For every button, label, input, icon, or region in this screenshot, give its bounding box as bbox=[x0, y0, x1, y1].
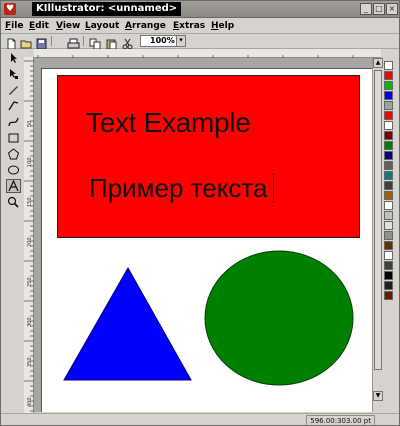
color-palette bbox=[383, 49, 394, 412]
toolbar-separator bbox=[83, 36, 84, 46]
polyline-icon[interactable] bbox=[6, 99, 21, 113]
zoom-icon[interactable] bbox=[6, 195, 21, 209]
node-edit-icon[interactable] bbox=[6, 67, 21, 81]
ruler-label: 300 bbox=[27, 317, 33, 327]
bezier-icon[interactable] bbox=[6, 115, 21, 129]
window-title: KIllustrator: <unnamed> bbox=[32, 2, 182, 16]
menu-view[interactable]: View bbox=[56, 19, 80, 33]
color-swatch[interactable] bbox=[384, 291, 393, 300]
zoom-value: 100% bbox=[150, 36, 175, 45]
color-swatch[interactable] bbox=[384, 191, 393, 200]
ruler-label: 350 bbox=[27, 357, 33, 367]
menu-file[interactable]: File bbox=[5, 19, 23, 33]
ruler-label: 250 bbox=[27, 277, 33, 287]
save-file-icon[interactable] bbox=[35, 35, 48, 50]
maximize-button[interactable]: □ bbox=[373, 3, 385, 15]
zoom-select[interactable]: 100% ▾ bbox=[140, 35, 186, 47]
drawing-canvas[interactable]: Text Example Пример текста bbox=[34, 58, 381, 412]
print-icon[interactable] bbox=[67, 35, 80, 49]
color-swatch[interactable] bbox=[384, 271, 393, 280]
ruler-label: 50 bbox=[27, 120, 33, 127]
open-file-icon[interactable] bbox=[20, 35, 33, 49]
freehand-icon[interactable] bbox=[6, 83, 21, 97]
tool-palette bbox=[5, 49, 22, 412]
color-swatch[interactable] bbox=[384, 181, 393, 190]
green-ellipse[interactable] bbox=[204, 250, 354, 386]
rectangle-icon[interactable] bbox=[6, 131, 21, 145]
color-swatch[interactable] bbox=[384, 141, 393, 150]
color-swatch[interactable] bbox=[384, 171, 393, 180]
main-toolbar: 100% ▾ bbox=[1, 34, 399, 50]
color-swatch[interactable] bbox=[384, 61, 393, 70]
ruler-label: 200 bbox=[27, 237, 33, 247]
blue-triangle[interactable] bbox=[63, 266, 192, 381]
copy-icon[interactable] bbox=[89, 35, 102, 50]
pointer-icon[interactable] bbox=[6, 51, 21, 65]
scrollbar-thumb[interactable] bbox=[374, 70, 382, 370]
color-swatch[interactable] bbox=[384, 281, 393, 290]
close-button[interactable]: × bbox=[386, 3, 398, 15]
color-swatch[interactable] bbox=[384, 111, 393, 120]
document-page[interactable]: Text Example Пример текста bbox=[41, 68, 373, 412]
scroll-down-icon[interactable]: ▼ bbox=[373, 391, 383, 401]
color-swatch[interactable] bbox=[384, 121, 393, 130]
color-swatch[interactable] bbox=[384, 101, 393, 110]
ruler-label: 400 bbox=[27, 397, 33, 407]
ellipse-icon[interactable] bbox=[6, 163, 21, 177]
cut-icon[interactable] bbox=[121, 35, 134, 50]
killustrator-window: ♥ KIllustrator: <unnamed> _ □ × File Edi… bbox=[0, 0, 400, 426]
color-swatch[interactable] bbox=[384, 221, 393, 230]
color-swatch[interactable] bbox=[384, 251, 393, 260]
paste-icon[interactable] bbox=[105, 35, 118, 50]
menu-help[interactable]: Help bbox=[211, 19, 234, 33]
color-swatch[interactable] bbox=[384, 131, 393, 140]
app-menu-icon[interactable]: ♥ bbox=[4, 3, 16, 15]
status-bar: 596.00:303.00 pt bbox=[1, 413, 399, 425]
color-swatch[interactable] bbox=[384, 231, 393, 240]
color-swatch[interactable] bbox=[384, 151, 393, 160]
menu-extras[interactable]: Extras bbox=[173, 19, 205, 33]
ruler-label: 150 bbox=[27, 197, 33, 207]
new-file-icon[interactable] bbox=[5, 35, 18, 50]
menu-bar: File Edit View Layout Arrange Extras Hel… bbox=[1, 18, 399, 34]
color-swatch[interactable] bbox=[384, 211, 393, 220]
menu-arrange[interactable]: Arrange bbox=[125, 19, 166, 33]
color-swatch[interactable] bbox=[384, 161, 393, 170]
color-swatch[interactable] bbox=[384, 261, 393, 270]
shapes-layer bbox=[63, 250, 354, 386]
menu-layout[interactable]: Layout bbox=[85, 19, 119, 33]
ruler-label: 100 bbox=[27, 157, 33, 167]
scroll-up-icon[interactable]: ▲ bbox=[373, 58, 383, 68]
toolbar-separator bbox=[51, 36, 52, 46]
vertical-ruler[interactable]: 50100150200250300350400450 bbox=[24, 57, 34, 414]
color-swatch[interactable] bbox=[384, 81, 393, 90]
color-swatch[interactable] bbox=[384, 91, 393, 100]
chevron-down-icon[interactable]: ▾ bbox=[176, 36, 185, 46]
text-icon[interactable] bbox=[6, 179, 21, 193]
menu-edit[interactable]: Edit bbox=[29, 19, 49, 33]
color-swatch[interactable] bbox=[384, 71, 393, 80]
minimize-button[interactable]: _ bbox=[360, 3, 372, 15]
polygon-icon[interactable] bbox=[6, 147, 21, 161]
color-swatch[interactable] bbox=[384, 201, 393, 210]
cursor-coordinates: 596.00:303.00 pt bbox=[306, 415, 375, 425]
color-swatch[interactable] bbox=[384, 241, 393, 250]
title-bar[interactable]: ♥ KIllustrator: <unnamed> _ □ × bbox=[1, 1, 399, 18]
horizontal-ruler[interactable] bbox=[34, 49, 381, 64]
vertical-scrollbar[interactable]: ▲ ▼ bbox=[372, 58, 383, 412]
